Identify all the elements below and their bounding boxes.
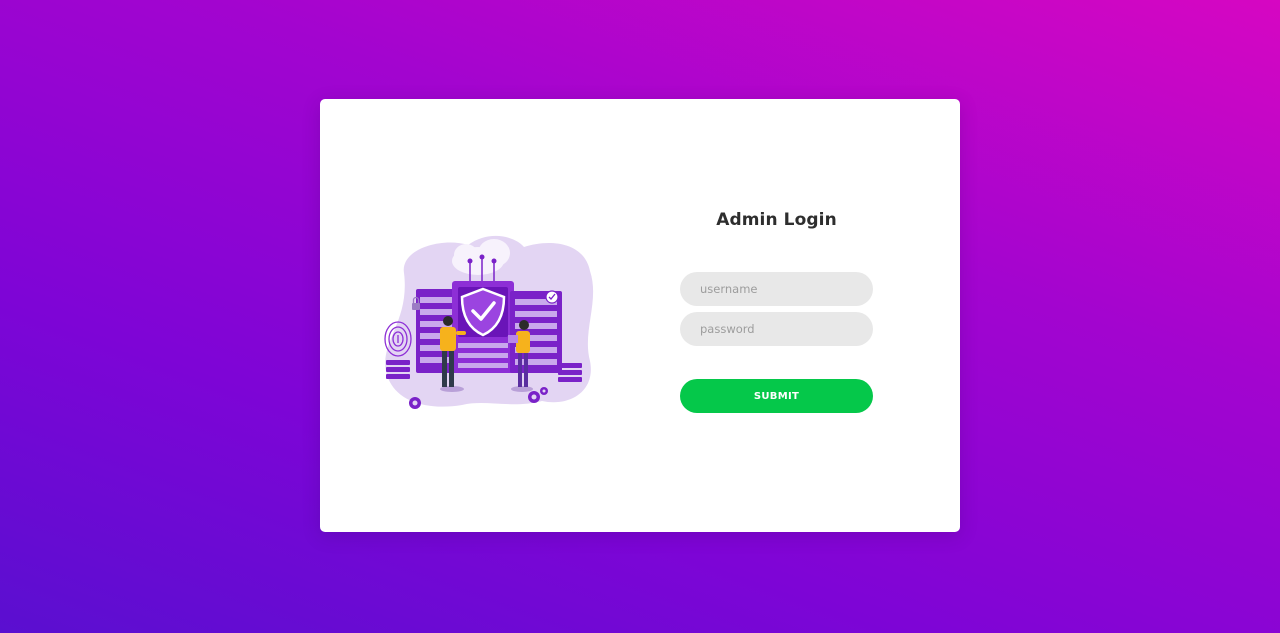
- password-input[interactable]: [680, 312, 873, 346]
- login-form: Admin Login SUBMIT: [680, 209, 873, 413]
- fingerprint-icon: [384, 321, 412, 357]
- page-title: Admin Login: [716, 210, 837, 230]
- submit-button[interactable]: SUBMIT: [680, 379, 873, 413]
- login-card: Admin Login SUBMIT: [320, 99, 960, 532]
- security-server-illustration: [384, 235, 594, 409]
- small-server-stack-right: [558, 363, 582, 382]
- username-input[interactable]: [680, 272, 873, 306]
- small-server-stack-left: [386, 360, 410, 379]
